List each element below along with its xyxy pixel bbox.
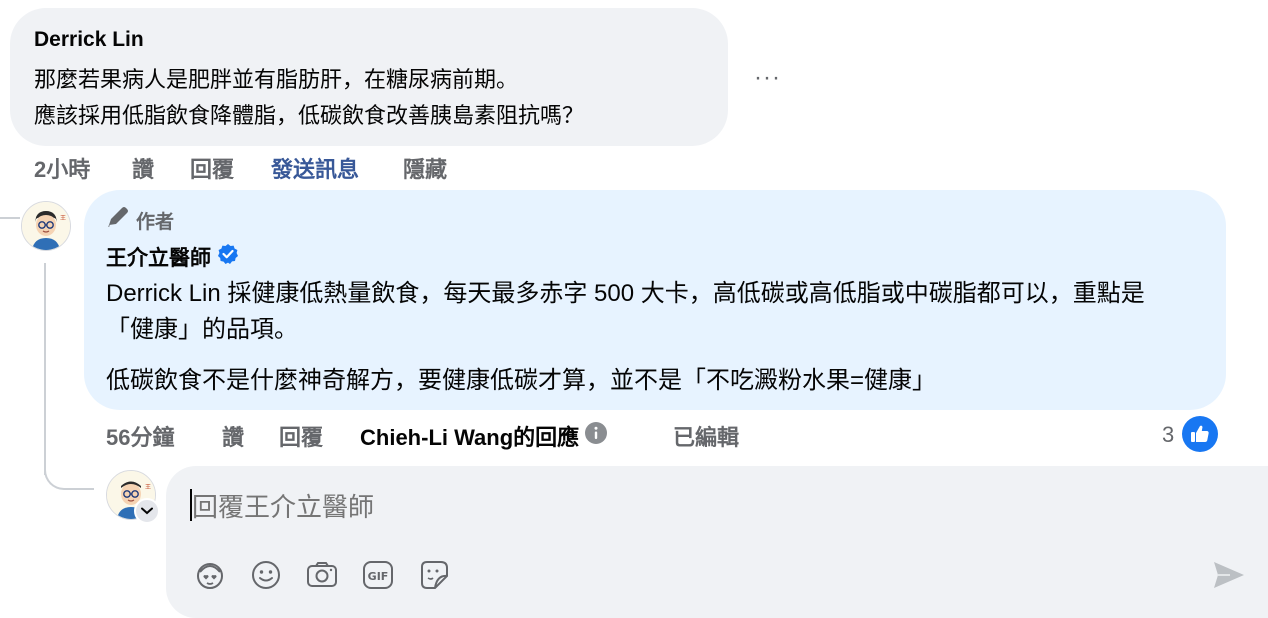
avatar-sticker-icon[interactable] [191,556,229,594]
verified-icon [217,243,239,271]
thread-line [44,263,46,475]
reply-like-button[interactable]: 讚 [222,420,244,452]
comment-author[interactable]: Derrick Lin [34,28,144,52]
reply-paragraph-2: 低碳飲食不是什麼神奇解方，要健康低碳才算，並不是「不吃澱粉水果=健康」 [106,367,937,394]
comment-text-line-2: 應該採用低脂飲食降體脂，低碳飲食改善胰島素阻抗嗎？ [34,103,585,128]
reply-author[interactable]: 王介立醫師 [106,242,239,272]
comment-like-button[interactable]: 讚 [132,152,154,184]
text-caret [190,489,192,521]
author-badge: 作者 [106,206,174,234]
send-message-button[interactable]: 發送訊息 [271,152,359,184]
reply-author-name[interactable]: 王介立醫師 [106,242,211,272]
info-icon[interactable] [585,422,608,450]
gif-icon[interactable]: GIF [359,556,397,594]
comment-text-line-1: 那麼若果病人是肥胖並有脂肪肝，在糖尿病前期。 [34,67,519,92]
avatar[interactable]: 王 [21,201,71,251]
thread-connector [0,217,20,219]
responder-info[interactable]: Chieh-Li Wang的回應 [360,420,608,452]
svg-text:王: 王 [145,484,151,491]
chevron-down-icon[interactable] [134,498,160,524]
comment-reply-button[interactable]: 回覆 [190,152,234,184]
responder-label[interactable]: Chieh-Li Wang的回應 [360,420,579,452]
sticker-icon[interactable] [415,556,453,594]
reply-reply-button[interactable]: 回覆 [279,420,323,452]
like-icon[interactable] [1182,416,1218,452]
more-icon[interactable]: ··· [754,64,781,92]
reaction-count[interactable]: 3 [1162,422,1174,448]
author-badge-label: 作者 [136,211,175,233]
reply-timestamp[interactable]: 56分鐘 [106,420,174,452]
reply-paragraph-1: Derrick Lin 採健康低熱量飲食，每天最多赤字 500 大卡，高低碳或高… [106,280,1145,343]
hide-button[interactable]: 隱藏 [403,152,447,184]
pencil-icon [106,206,130,234]
emoji-icon[interactable] [247,556,285,594]
thread-curve [44,452,94,490]
svg-text:GIF: GIF [368,570,389,583]
send-icon[interactable] [1208,556,1250,594]
edited-label: 已編輯 [673,425,740,450]
svg-text:王: 王 [60,215,66,222]
comment-timestamp[interactable]: 2小時 [34,152,90,184]
reply-input[interactable] [190,488,1094,526]
camera-icon[interactable] [303,556,341,594]
